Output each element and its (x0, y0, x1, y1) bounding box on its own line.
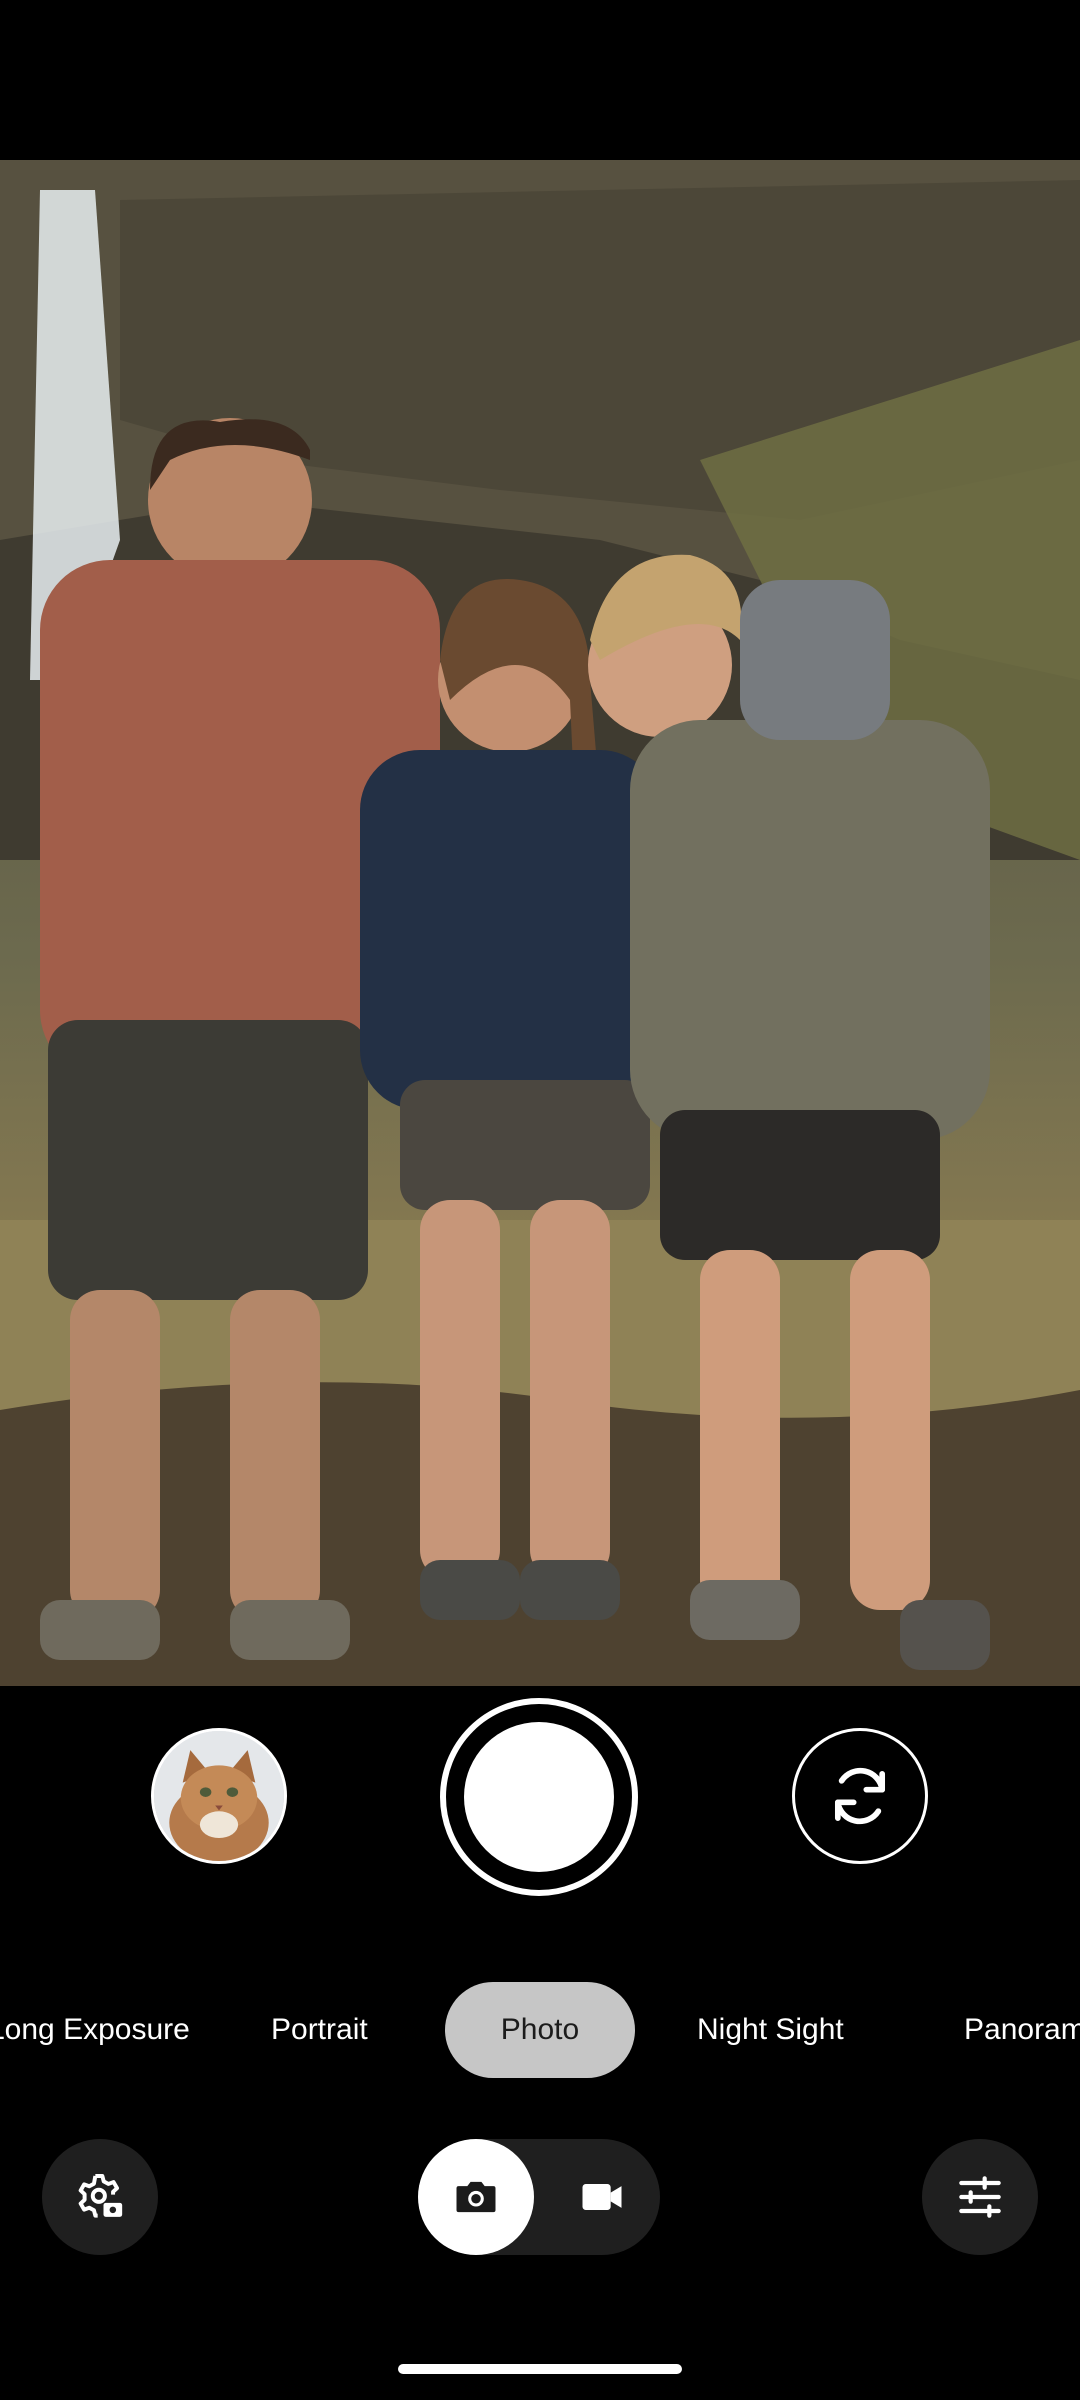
shutter-icon (464, 1722, 614, 1872)
camera-screen: Long Exposure Portrait Photo Night Sight… (0, 0, 1080, 2400)
camera-icon (456, 2181, 496, 2213)
camera-settings-icon (78, 2174, 123, 2218)
photo-video-switch (418, 2139, 660, 2255)
mode-carousel: Long Exposure Portrait Photo Night Sight… (0, 1982, 1080, 2078)
camera-settings-button[interactable] (42, 2139, 158, 2255)
video-mode-toggle[interactable] (544, 2139, 660, 2255)
mode-photo[interactable]: Photo (445, 1982, 635, 2078)
gallery-thumbnail[interactable] (151, 1728, 287, 1864)
shutter-button[interactable] (440, 1698, 638, 1896)
mode-portrait[interactable]: Portrait (271, 1982, 368, 2078)
adjustments-button[interactable] (922, 2139, 1038, 2255)
flip-camera-button[interactable] (792, 1728, 928, 1864)
home-indicator[interactable] (398, 2364, 682, 2374)
sliders-icon (959, 2176, 1001, 2218)
video-camera-icon (582, 2184, 622, 2210)
gallery-thumbnail-icon (154, 1731, 284, 1861)
viewfinder[interactable] (0, 160, 1080, 1686)
viewfinder-scene (0, 160, 1080, 1686)
mode-night-sight[interactable]: Night Sight (697, 1982, 844, 2078)
mode-panorama[interactable]: Panorama (964, 1982, 1080, 2078)
mode-long-exposure[interactable]: Long Exposure (0, 1982, 190, 2078)
flip-camera-icon (834, 1767, 886, 1825)
photo-mode-toggle[interactable] (418, 2139, 534, 2255)
